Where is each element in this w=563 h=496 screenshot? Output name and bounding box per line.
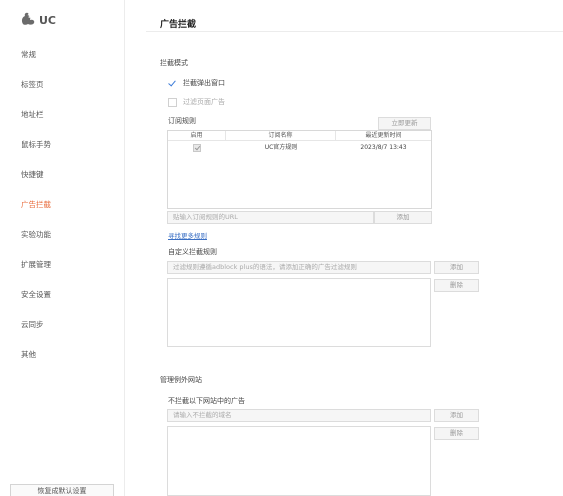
sidebar-item-tabs[interactable]: 标签页 (21, 79, 44, 90)
delete-whitelist-button[interactable]: 删除 (434, 427, 479, 440)
row-enabled-cell (168, 143, 226, 153)
custom-rules-label: 自定义拦截规则 (168, 248, 217, 256)
sidebar-item-mouse-gestures[interactable]: 鼠标手势 (21, 139, 51, 150)
block-popups-option[interactable]: 拦截弹出窗口 (168, 78, 225, 88)
add-whitelist-button[interactable]: 添加 (434, 409, 479, 422)
title-divider (146, 31, 563, 32)
page-title: 广告拦截 (160, 20, 197, 30)
block-popups-label: 拦截弹出窗口 (183, 79, 225, 87)
row-name-cell: UC官方规则 (264, 144, 298, 151)
add-custom-rule-button[interactable]: 添加 (434, 261, 479, 274)
block-mode-label: 拦截模式 (160, 59, 188, 67)
sidebar-item-shortcuts[interactable]: 快捷键 (21, 169, 44, 180)
sidebar-item-other[interactable]: 其他 (21, 349, 36, 360)
subscription-url-input[interactable]: 贴输入订阅规则的URL (167, 211, 374, 224)
filter-ads-option[interactable]: 过滤页面广告 (168, 97, 225, 107)
custom-rule-input[interactable]: 过滤规则遵循adblock plus的语法，请添加正确的广告过滤规则 (167, 261, 431, 274)
subscriptions-table: 启用 订阅名称 最近更新时间 UC官方规则 2023/8/7 13:43 (167, 130, 432, 209)
filter-ads-label: 过滤页面广告 (183, 98, 225, 106)
sidebar-item-ad-block[interactable]: 广告拦截 (21, 199, 51, 210)
block-popups-checkbox[interactable] (168, 78, 177, 88)
app-logo: UC (20, 12, 56, 28)
sidebar-item-experimental[interactable]: 实验功能 (21, 229, 51, 240)
delete-custom-rule-button[interactable]: 删除 (434, 279, 479, 292)
row-enabled-checkbox[interactable] (193, 143, 201, 152)
update-now-button[interactable]: 立即更新 (378, 117, 431, 130)
sidebar-item-address-bar[interactable]: 地址栏 (21, 109, 44, 120)
logo-text: UC (39, 13, 57, 27)
whitelist-label: 管理例外网站 (160, 376, 202, 384)
column-enabled: 启用 (168, 131, 226, 140)
custom-rules-list[interactable] (167, 278, 431, 347)
sidebar-item-extensions[interactable]: 扩展管理 (21, 259, 51, 270)
row-updated-cell: 2023/8/7 13:43 (360, 144, 407, 151)
reset-defaults-button[interactable]: 恢复成默认设置 (10, 484, 114, 496)
whitelist-sublabel: 不拦截以下网站中的广告 (168, 397, 245, 405)
column-updated: 最近更新时间 (365, 132, 402, 139)
add-subscription-button[interactable]: 添加 (374, 211, 432, 224)
filter-ads-checkbox[interactable] (168, 97, 177, 107)
sidebar-item-cloud-sync[interactable]: 云同步 (21, 319, 44, 330)
column-name: 订阅名称 (226, 131, 336, 140)
table-row[interactable]: UC官方规则 2023/8/7 13:43 (168, 143, 431, 153)
sidebar-item-security[interactable]: 安全设置 (21, 289, 51, 300)
whitelist-list[interactable] (167, 426, 431, 496)
sidebar: UC 常规 标签页 地址栏 鼠标手势 快捷键 广告拦截 实验功能 扩展管理 安全… (0, 0, 125, 496)
sidebar-item-general[interactable]: 常规 (21, 49, 36, 60)
table-header: 启用 订阅名称 最近更新时间 (168, 131, 431, 141)
subscriptions-label: 订阅规则 (168, 117, 196, 125)
whitelist-domain-input[interactable]: 请输入不拦截的域名 (167, 409, 431, 422)
uc-squirrel-icon (20, 12, 36, 28)
find-more-rules-link[interactable]: 寻找更多规则 (168, 230, 207, 240)
